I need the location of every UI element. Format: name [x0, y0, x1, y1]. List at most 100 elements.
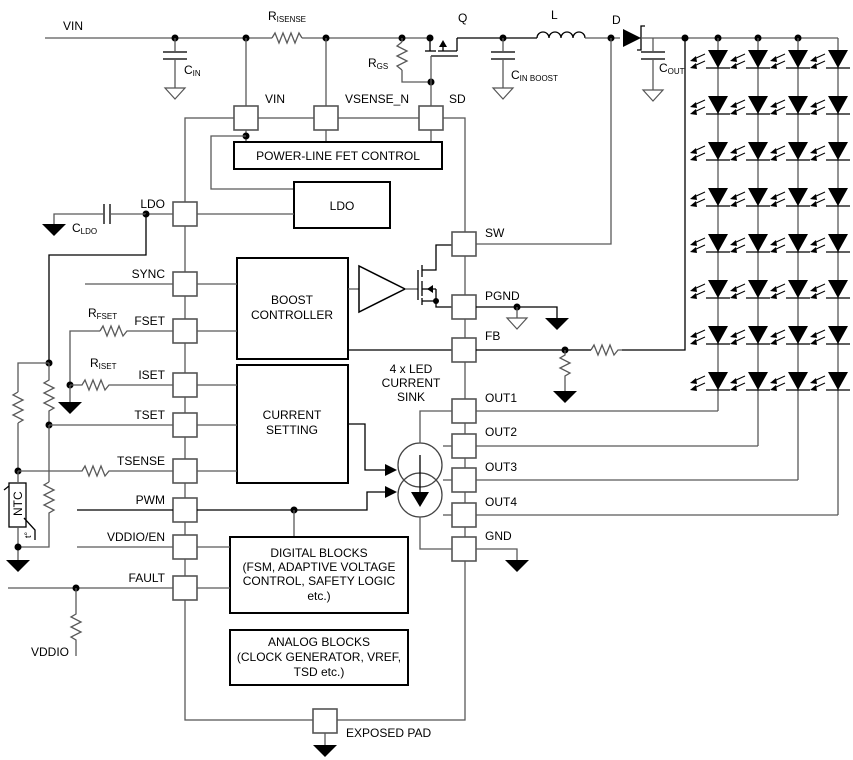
pin-sw	[451, 231, 477, 257]
block-current-setting-label: CURRENT SETTING	[263, 408, 322, 437]
led	[730, 188, 770, 207]
pin-pgnd-label: PGND	[485, 289, 520, 303]
led	[690, 280, 730, 299]
c-out-label: COUT	[659, 61, 685, 76]
pin-fb	[451, 337, 477, 363]
led	[770, 96, 810, 115]
led	[770, 188, 810, 207]
pin-sync-label: SYNC	[132, 267, 166, 281]
inductor-l	[536, 31, 586, 39]
pin-fb-label: FB	[485, 329, 500, 343]
pin-out3	[451, 467, 477, 493]
pin-iset	[172, 372, 198, 398]
pin-tsense	[172, 458, 198, 484]
pin-tset	[172, 412, 198, 438]
ground-icon	[505, 560, 529, 572]
pin-sync	[172, 271, 198, 297]
led	[730, 372, 770, 391]
led	[690, 234, 730, 253]
c-in-boost-capacitor	[491, 34, 515, 100]
led	[810, 326, 850, 345]
ground-icon	[58, 402, 82, 414]
r-isense-resistor	[271, 31, 303, 45]
ntc-thermistor: NTC t°	[3, 482, 36, 540]
pin-sd-label: SD	[449, 92, 466, 106]
led	[690, 188, 730, 207]
pin-out4	[451, 502, 477, 528]
gate-driver	[358, 264, 407, 314]
led	[730, 96, 770, 115]
ground-icon	[313, 745, 337, 757]
r-iset-label: RISET	[90, 356, 117, 371]
led	[810, 142, 850, 161]
r-gs-resistor	[395, 41, 409, 71]
ground-icon	[6, 560, 30, 572]
led	[730, 326, 770, 345]
led	[770, 50, 810, 69]
d-label: D	[612, 13, 621, 27]
pin-fault	[172, 575, 198, 601]
led	[690, 50, 730, 69]
pin-vin-label: VIN	[265, 92, 285, 106]
led	[770, 234, 810, 253]
led	[810, 234, 850, 253]
pin-tsense-label: TSENSE	[117, 454, 165, 468]
ground-icon	[545, 318, 569, 330]
r-fset-label: RFSET	[88, 306, 117, 321]
led	[730, 142, 770, 161]
block-power-line-fet-control-label: POWER-LINE FET CONTROL	[256, 149, 420, 163]
q-label: Q	[458, 11, 467, 25]
r-isense-label: RISENSE	[268, 9, 306, 24]
pin-gnd-label: GND	[485, 529, 512, 543]
led	[730, 50, 770, 69]
pin-out1	[451, 398, 477, 424]
pin-vin	[233, 105, 259, 131]
vddio-label: VDDIO	[31, 645, 69, 659]
svg-text:NTC: NTC	[11, 491, 25, 516]
pin-iset-label: ISET	[138, 368, 165, 382]
pin-fault-label: FAULT	[129, 571, 166, 585]
block-ldo-label: LDO	[330, 199, 355, 213]
led	[810, 188, 850, 207]
led	[770, 372, 810, 391]
vin-label: VIN	[63, 19, 83, 33]
led	[770, 280, 810, 299]
c-in-label: CIN	[184, 63, 201, 78]
pin-ldo-label: LDO	[140, 197, 165, 211]
pin-fset	[172, 318, 198, 344]
pin-out2	[451, 433, 477, 459]
c-in-boost-label: CIN BOOST	[511, 68, 558, 83]
pin-vddio-en	[172, 534, 198, 560]
pin-out3-label: OUT3	[485, 460, 517, 474]
pin-tset-label: TSET	[134, 408, 165, 422]
led	[810, 280, 850, 299]
pin-pwm-label: PWM	[136, 493, 165, 507]
pin-exposed-pad	[312, 708, 338, 734]
led	[690, 372, 730, 391]
pin-vddio-en-label: VDDIO/EN	[107, 530, 165, 544]
schematic: VIN CIN RISENSE RGS Q CIN BOOST L D COUT…	[3, 8, 850, 757]
led	[770, 142, 810, 161]
led	[810, 96, 850, 115]
pin-out1-label: OUT1	[485, 391, 517, 405]
led	[730, 234, 770, 253]
vin-rail	[45, 34, 434, 42]
q-mosfet	[425, 37, 537, 106]
led	[730, 280, 770, 299]
led	[690, 326, 730, 345]
svg-text:t°: t°	[23, 531, 33, 538]
led	[690, 96, 730, 115]
led	[810, 50, 850, 69]
pin-exposed-pad-label: EXPOSED PAD	[346, 726, 431, 740]
led-current-sink-label: 4 x LED CURRENT SINK	[382, 362, 441, 404]
pin-fset-label: FSET	[134, 314, 165, 328]
pin-ldo	[172, 201, 198, 227]
pin-sw-label: SW	[485, 226, 505, 240]
pin-vsense-n-label: VSENSE_N	[345, 92, 409, 106]
led-matrix	[476, 34, 850, 516]
c-ldo-label: CLDO	[72, 221, 97, 236]
ground-icon	[42, 224, 66, 236]
led	[690, 142, 730, 161]
pin-out4-label: OUT4	[485, 495, 517, 509]
pin-gnd	[451, 536, 477, 562]
